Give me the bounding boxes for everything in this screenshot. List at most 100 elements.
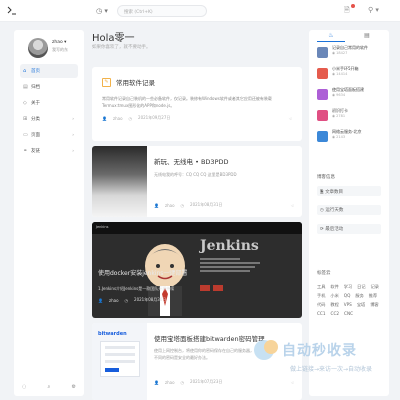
post-title[interactable]: 使用宝塔面板搭建bitwarden密码管理	[154, 333, 265, 343]
nav-item-category[interactable]: ⊞ 分类 ›	[20, 112, 78, 126]
nav-item-about[interactable]: ◇ 关于	[20, 96, 78, 110]
hot-post-views: ◉ 14414	[332, 72, 348, 76]
tag[interactable]: CNC	[344, 311, 353, 316]
profile-subtitle: 我写的东	[52, 47, 68, 52]
author-icon: 👤	[102, 115, 107, 121]
post-title[interactable]: 使用docker安装jenkins一键部署	[98, 268, 187, 277]
nav-item-label: 首页	[31, 69, 40, 74]
tag[interactable]: 代码	[317, 302, 325, 308]
hot-post[interactable]: 网络云服务-北京 ◉ 2143	[317, 129, 383, 149]
post-meta: 👤 zhao ◷ 2021年08月31日 ☜	[154, 202, 294, 208]
tab-latest[interactable]: ▤	[353, 32, 381, 42]
watermark: 自动秒收录 做上链接→来访一次→自动收录	[250, 336, 400, 396]
hot-post[interactable]: 记录自己常用的软件 ◉ 18427	[317, 45, 383, 65]
post-card-featured[interactable]: Jenkins Jenkins 使用docker安装jenkins一键部署 1.…	[92, 222, 302, 318]
post-date: 2021年09月27日	[138, 115, 171, 120]
notification-icon[interactable]: 🗎	[344, 6, 350, 17]
like-icon[interactable]: ☜	[290, 203, 294, 208]
page-subtitle: 如果你喜欢了，就不要动手。	[92, 45, 151, 50]
post-author[interactable]: zhao	[165, 380, 175, 385]
nav-item-pages[interactable]: ▭ 页面 ›	[20, 128, 78, 142]
tag[interactable]: 手机	[317, 293, 325, 299]
watermark-subtext: 做上链接→来访一次→自动收录	[290, 366, 373, 373]
post-excerpt: 使用上网控制台，将使用你的密码保存在自己的服务器，使用不同的密码是安全的最好办法…	[154, 348, 262, 360]
profile-name[interactable]: zhao ▾	[52, 40, 66, 45]
hot-post[interactable]: 使用宝塔面板搭建 ◉ 9634	[317, 87, 383, 107]
tag-cloud: 工具 软件 学习 日记 记录 手机 小米 QQ 服务 推荐 代码 教程 VPS …	[317, 284, 383, 316]
like-icon[interactable]: ☜	[288, 116, 292, 121]
hot-post-thumbnail	[317, 131, 328, 142]
tag[interactable]: 博客	[370, 302, 378, 308]
stat-posts: 🗎 文章数目	[317, 186, 381, 196]
post-card[interactable]: 新玩、无线电 • BD3PDD 无线电我的呼号：CQ CQ CQ 这里是BD3P…	[92, 146, 302, 217]
stat-last-active: ⟳ 最后活动	[317, 224, 381, 234]
post-title[interactable]: 新玩、无线电 • BD3PDD	[154, 156, 229, 166]
tag[interactable]: CC1	[317, 311, 326, 316]
tag[interactable]: 服务	[355, 293, 363, 299]
logo-icon[interactable]	[7, 6, 17, 15]
nav-item-label: 分类	[31, 117, 40, 122]
post-thumbnail[interactable]: bitwarden	[92, 323, 147, 400]
post-thumbnail[interactable]	[92, 146, 147, 217]
image-buttons	[200, 285, 223, 291]
post-author[interactable]: zhao	[113, 116, 123, 121]
tag[interactable]: 记录	[371, 284, 379, 290]
tag[interactable]: 日记	[357, 284, 365, 290]
avatar[interactable]	[28, 38, 48, 58]
post-author[interactable]: zhao	[109, 298, 119, 303]
hot-post[interactable]: 初识打卡 ◉ 2781	[317, 108, 383, 128]
tab-hot[interactable]: ♨	[317, 32, 345, 42]
home-icon: ⌂	[23, 68, 27, 74]
author-icon: 👤	[154, 202, 159, 208]
author-icon: 👤	[98, 297, 103, 303]
hot-post-thumbnail	[317, 89, 328, 100]
post-meta: 👤 zhao ◷ 2021年09月27日 ☜	[102, 115, 292, 121]
tag[interactable]: 学习	[344, 284, 352, 290]
clock-icon: ◷	[128, 115, 133, 121]
search-icon[interactable]: ⌕	[48, 384, 51, 390]
hot-post-title: 记录自己常用的软件	[332, 45, 368, 50]
nav-item-archive[interactable]: ▤ 归档	[20, 80, 78, 94]
nav-item-home[interactable]: ⌂ 首页	[20, 64, 78, 78]
tag[interactable]: QQ	[344, 293, 351, 299]
author-icon: 👤	[154, 379, 159, 385]
stat-days: ◷ 运行天数	[317, 205, 381, 215]
tag[interactable]: VPS	[344, 302, 352, 308]
tag[interactable]: CC2	[331, 311, 340, 316]
tag[interactable]: 工具	[317, 284, 325, 290]
bitwarden-logo: bitwarden	[98, 331, 127, 337]
chat-icon[interactable]: ◌	[22, 384, 26, 390]
hot-post-thumbnail	[317, 68, 328, 79]
tag[interactable]: 软件	[330, 284, 338, 290]
search-input[interactable]: 搜索 (Ctrl+K)	[117, 5, 207, 17]
post-author[interactable]: zhao	[165, 203, 175, 208]
settings-icon[interactable]: ⚙	[72, 384, 76, 390]
clock-icon: ◷	[180, 379, 185, 385]
login-panel-image	[100, 341, 140, 377]
watermark-text: 自动秒收录	[282, 343, 357, 359]
pencil-icon: ✎	[102, 77, 111, 87]
tag[interactable]: 宝塔	[357, 302, 365, 308]
nav-item-label: 友链	[31, 149, 40, 154]
hot-post-thumbnail	[317, 47, 328, 58]
post-card[interactable]: ✎ 常用软件记录 常用软件记录自己装机的一些必备软件，仅记录。装修有Window…	[92, 67, 302, 141]
tags-title: 标签云	[317, 271, 331, 276]
hot-post-title: 使用宝塔面板搭建	[332, 87, 364, 92]
nav-item-label: 归档	[31, 85, 40, 90]
left-sidebar: zhao ▾ 我写的东 ⌂ 首页 ▤ 归档 ◇ 关于 ⊞ 分类 › ▭ 页面 ›…	[14, 30, 84, 396]
hot-post-views: ◉ 18427	[332, 51, 348, 55]
top-bar: ◷ ▾ 搜索 (Ctrl+K) 🗎 ⚲ ▾	[0, 0, 400, 22]
tag[interactable]: 教程	[330, 302, 338, 308]
page-title: Hola零一	[92, 33, 135, 44]
nav-item-links[interactable]: ⚭ 友链 ›	[20, 144, 78, 158]
clock-icon: ◷	[180, 202, 185, 208]
post-title[interactable]: ✎ 常用软件记录	[102, 77, 292, 87]
category-icon: ⊞	[23, 116, 28, 122]
tag[interactable]: 小米	[330, 293, 338, 299]
theme-toggle-icon[interactable]: ◷ ▾	[96, 7, 108, 15]
post-excerpt: 无线电我的呼号：CQ CQ CQ 这里是BD3PDD	[154, 172, 237, 177]
info-icon: ◇	[23, 100, 27, 106]
tag[interactable]: 推荐	[369, 293, 377, 299]
user-menu-icon[interactable]: ⚲ ▾	[368, 6, 379, 14]
hot-post[interactable]: 小米手环5开箱 ◉ 14414	[317, 66, 383, 86]
